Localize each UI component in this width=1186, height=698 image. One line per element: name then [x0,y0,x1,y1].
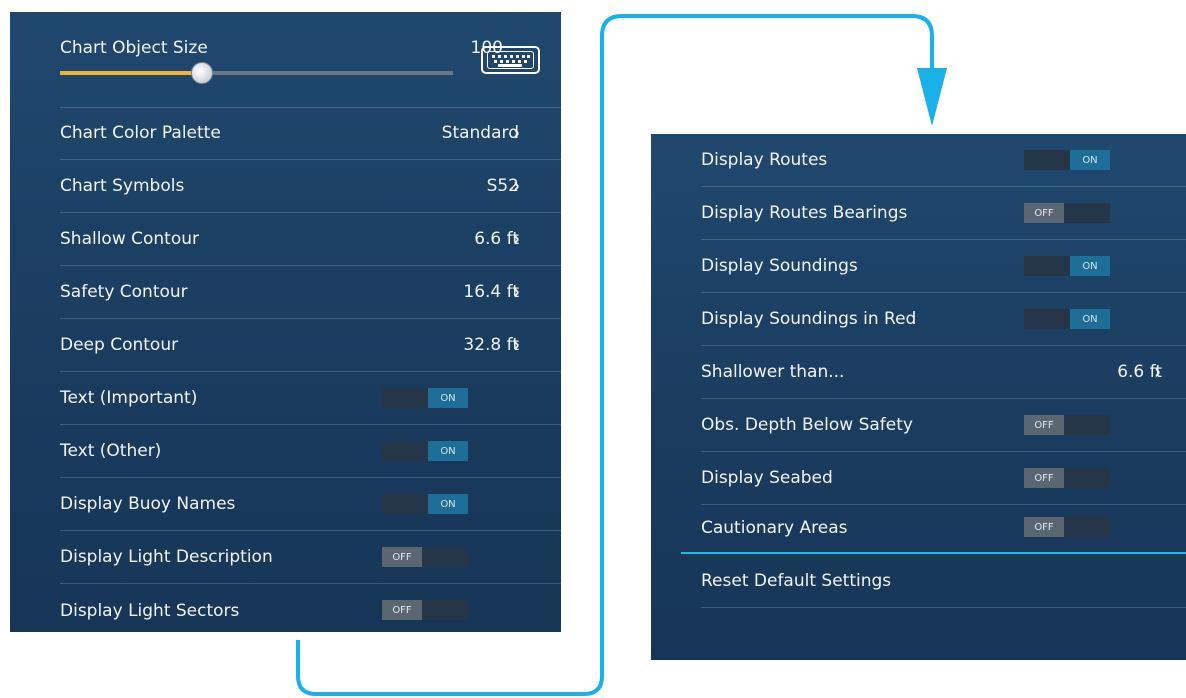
display-soundings-toggle[interactable]: ON [1024,256,1110,276]
row-label: Display Soundings in Red [701,309,917,329]
row-obs-depth-below-safety: Obs. Depth Below Safety OFF [701,399,1186,452]
row-text-other: Text (Other) ON [60,425,566,478]
row-label: Chart Color Palette [60,123,221,143]
slider-fill [60,71,202,75]
toggle-state: OFF [1024,468,1064,488]
row-display-soundings-in-red: Display Soundings in Red ON [701,293,1186,346]
row-chart-color-palette[interactable]: Chart Color Palette Standard › [60,107,566,160]
reset-default-settings-button[interactable]: Reset Default Settings [701,555,1186,608]
row-value: S52 [486,176,519,196]
chart-object-size-label: Chart Object Size [60,38,208,58]
text-other-toggle[interactable]: ON [382,441,468,461]
row-shallow-contour[interactable]: Shallow Contour 6.6 ft › [60,213,566,266]
row-text-important: Text (Important) ON [60,372,566,425]
row-label: Display Routes [701,150,828,170]
display-seabed-toggle[interactable]: OFF [1024,468,1110,488]
toggle-state: OFF [1024,517,1064,537]
keyboard-icon[interactable] [481,46,540,74]
display-routes-bearings-toggle[interactable]: OFF [1024,203,1110,223]
chevron-right-icon[interactable]: › [513,227,519,252]
row-shallower-than[interactable]: Shallower than... 6.6 ft › [701,346,1186,399]
row-value: Standard [441,123,519,143]
toggle-state: OFF [382,600,422,620]
row-deep-contour[interactable]: Deep Contour 32.8 ft › [60,319,566,372]
display-light-description-toggle[interactable]: OFF [382,547,468,567]
toggle-state: ON [428,388,468,408]
row-value: 6.6 ft [1117,362,1162,382]
toggle-state: ON [1070,150,1110,170]
row-display-seabed: Display Seabed OFF [701,452,1186,505]
display-light-sectors-toggle[interactable]: OFF [382,600,468,620]
chevron-right-icon[interactable]: › [1154,360,1160,385]
row-label: Text (Other) [60,441,162,461]
row-cautionary-areas: Cautionary Areas OFF [701,501,1186,554]
chevron-right-icon[interactable]: › [513,280,519,305]
chart-settings-panel-left: Chart Object Size 100 Chart Color Palett… [10,12,566,632]
row-chart-symbols[interactable]: Chart Symbols S52 › [60,160,566,213]
toggle-state: OFF [382,547,422,567]
display-routes-toggle[interactable]: ON [1024,150,1110,170]
row-display-soundings: Display Soundings ON [701,240,1186,293]
row-display-buoy-names: Display Buoy Names ON [60,478,566,531]
toggle-state: OFF [1024,415,1064,435]
row-label: Cautionary Areas [701,517,848,538]
row-label: Deep Contour [60,335,179,355]
row-label: Display Seabed [701,468,833,488]
chart-object-size-slider[interactable] [60,62,453,84]
chevron-right-icon[interactable]: › [513,333,519,358]
text-important-toggle[interactable]: ON [382,388,468,408]
section-divider [681,552,1186,554]
row-safety-contour[interactable]: Safety Contour 16.4 ft › [60,266,566,319]
row-display-light-description: Display Light Description OFF [60,531,566,584]
row-label: Display Light Sectors [60,600,240,621]
obs-depth-below-safety-toggle[interactable]: OFF [1024,415,1110,435]
row-value: 32.8 ft [463,335,519,355]
row-label: Text (Important) [60,388,198,408]
row-label: Safety Contour [60,282,188,302]
display-buoy-names-toggle[interactable]: ON [382,494,468,514]
row-label: Shallow Contour [60,229,200,249]
chevron-right-icon[interactable]: › [513,121,519,146]
row-display-routes-bearings: Display Routes Bearings OFF [701,187,1186,240]
row-display-light-sectors: Display Light Sectors OFF [60,584,566,637]
chevron-right-icon[interactable]: › [513,174,519,199]
row-label: Chart Symbols [60,176,185,196]
row-label: Display Buoy Names [60,494,236,514]
slider-thumb[interactable] [191,62,214,84]
row-label: Display Soundings [701,256,858,276]
chart-object-size-row: Chart Object Size 100 [60,12,566,108]
row-label: Shallower than... [701,362,845,382]
row-label: Reset Default Settings [701,571,892,591]
row-label: Display Light Description [60,547,273,567]
chart-settings-panel-right: Display Routes ON Display Routes Bearing… [651,134,1186,660]
toggle-state: ON [428,494,468,514]
display-soundings-in-red-toggle[interactable]: ON [1024,309,1110,329]
toggle-state: ON [1070,256,1110,276]
row-value: 6.6 ft [474,229,519,249]
toggle-state: ON [1070,309,1110,329]
cautionary-areas-toggle[interactable]: OFF [1024,517,1110,537]
row-label: Obs. Depth Below Safety [701,415,913,435]
row-value: 16.4 ft [463,282,519,302]
toggle-state: OFF [1024,203,1064,223]
toggle-state: ON [428,441,468,461]
row-display-routes: Display Routes ON [701,134,1186,187]
row-label: Display Routes Bearings [701,203,908,223]
